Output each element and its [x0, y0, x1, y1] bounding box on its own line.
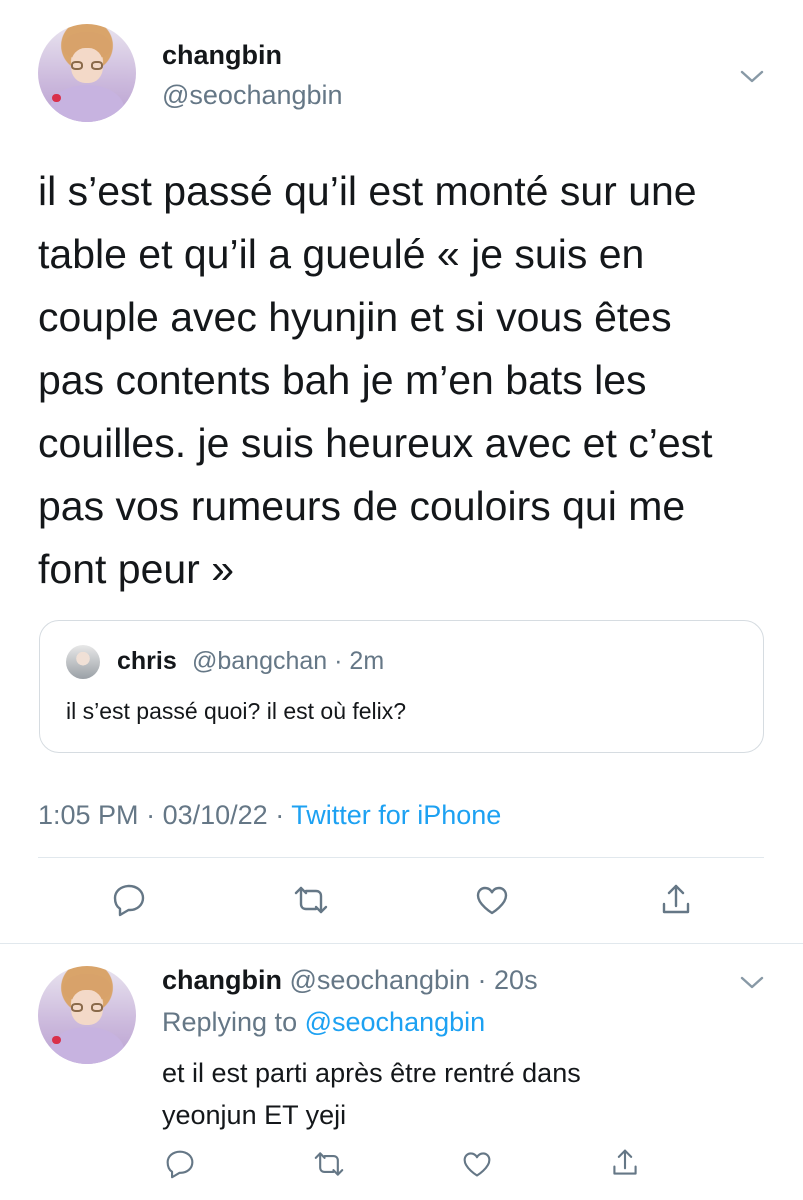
tweet-text-line: il s’est passé qu’il est monté sur une [38, 168, 697, 214]
reply-text: et il est parti après être rentré dans y… [162, 1052, 581, 1136]
share-icon[interactable] [654, 880, 698, 920]
author-name[interactable]: changbin [162, 40, 282, 71]
chevron-down-icon[interactable] [738, 66, 766, 86]
retweet-icon[interactable] [310, 1146, 348, 1182]
reply-icon[interactable] [161, 1146, 199, 1182]
tweet-text-line: table et qu’il a gueulé « je suis en [38, 231, 645, 277]
chevron-down-icon[interactable] [738, 972, 766, 992]
reply-header: changbin @seochangbin · 20s [162, 965, 538, 996]
reply-author-name[interactable]: changbin [162, 965, 282, 995]
tweet-time: 1:05 PM [38, 800, 139, 830]
divider [38, 857, 764, 858]
like-icon[interactable] [458, 1146, 496, 1182]
replying-to: Replying to @seochangbin [162, 1007, 485, 1038]
quoted-tweet[interactable]: chris @bangchan · 2m il s’est passé quoi… [39, 620, 764, 753]
tweet-meta: 1:05 PM · 03/10/22 · Twitter for iPhone [38, 800, 501, 831]
author-avatar[interactable] [38, 24, 136, 122]
like-icon[interactable] [470, 880, 514, 920]
author-handle[interactable]: @seochangbin [162, 80, 343, 111]
tweet-text-line: couilles. je suis heureux avec et c’est [38, 420, 713, 466]
tweet-date[interactable]: 03/10/22 [163, 800, 268, 830]
replying-to-label: Replying to [162, 1007, 298, 1037]
reply-text-line: et il est parti après être rentré dans [162, 1058, 581, 1088]
tweet-text-line: pas vos rumeurs de couloirs qui me [38, 483, 686, 529]
quoted-author-name: chris [117, 647, 177, 675]
tweet-text-line: font peur » [38, 546, 235, 592]
replying-to-handle[interactable]: @seochangbin [305, 1007, 486, 1037]
reply-author-avatar[interactable] [38, 966, 136, 1064]
retweet-icon[interactable] [289, 880, 333, 920]
divider [0, 943, 803, 944]
share-icon[interactable] [606, 1144, 644, 1182]
tweet-source-link[interactable]: Twitter for iPhone [291, 800, 501, 830]
quoted-author-handle: @bangchan · 2m [192, 647, 385, 675]
reply-author-handle[interactable]: @seochangbin · 20s [290, 965, 538, 995]
quoted-author-avatar [66, 645, 100, 679]
reply-text-line: yeonjun ET yeji [162, 1100, 347, 1130]
tweet-text: il s’est passé qu’il est monté sur une t… [38, 160, 778, 601]
meta-separator: · [275, 800, 285, 830]
quoted-tweet-text: il s’est passé quoi? il est où felix? [66, 698, 407, 724]
tweet-text-line: pas contents bah je m’en bats les [38, 357, 647, 403]
meta-separator: · [146, 800, 156, 830]
tweet-text-line: couple avec hyunjin et si vous êtes [38, 294, 672, 340]
reply-icon[interactable] [107, 880, 151, 920]
